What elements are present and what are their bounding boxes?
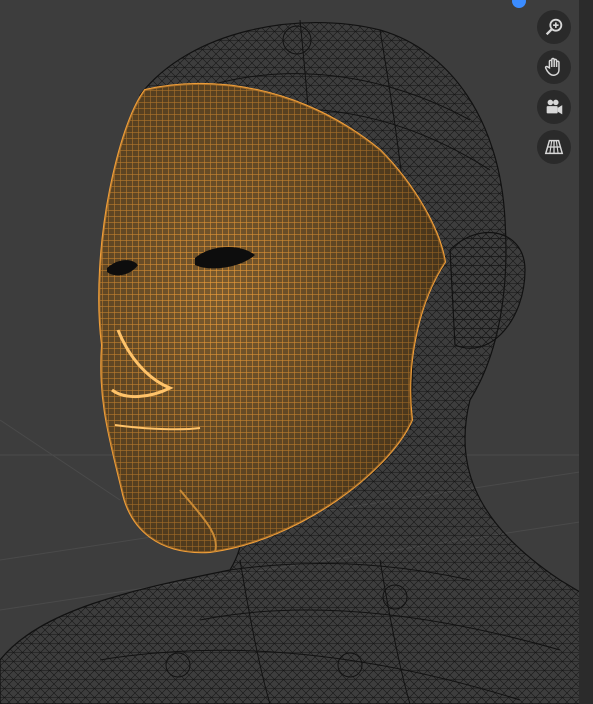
- zoom-in-icon: [545, 18, 563, 36]
- camera-icon: [546, 99, 563, 115]
- camera-button[interactable]: [537, 90, 571, 124]
- viewport-border: [579, 0, 593, 704]
- 3d-viewport[interactable]: [0, 0, 593, 704]
- pan-button[interactable]: [537, 50, 571, 84]
- wireframe-head-model[interactable]: [0, 0, 593, 704]
- navigation-gizmo: [537, 10, 571, 164]
- zoom-button[interactable]: [537, 10, 571, 44]
- perspective-button[interactable]: [537, 130, 571, 164]
- grid-icon: [544, 139, 564, 155]
- hand-icon: [544, 57, 560, 76]
